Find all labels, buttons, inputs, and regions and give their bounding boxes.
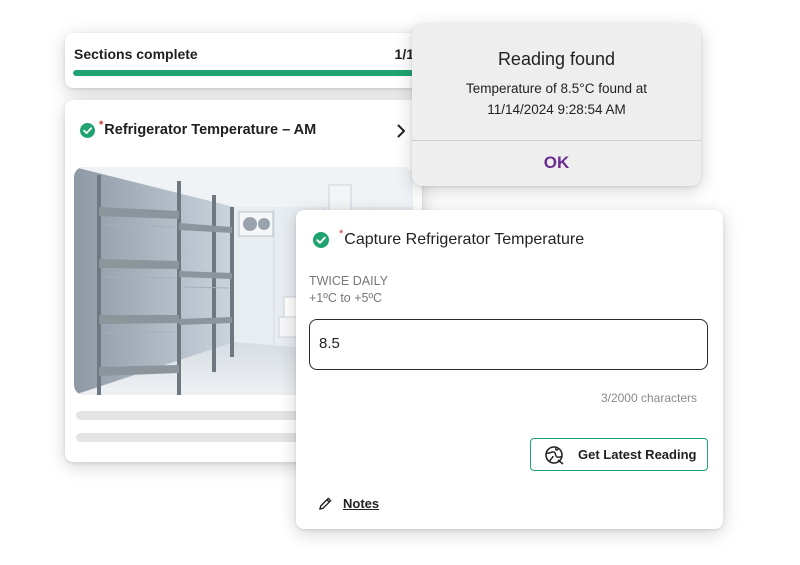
chevron-right-icon[interactable] [396,124,406,138]
reading-found-dialog: Reading found Temperature of 8.5°C found… [412,24,701,186]
required-asterisk: * [99,119,104,131]
get-latest-reading-button[interactable]: Get Latest Reading [530,438,708,471]
ok-button[interactable]: OK [412,140,701,186]
temperature-range: +1ºC to +5ºC [309,291,383,305]
capture-temperature-card: *Capture Refrigerator Temperature TWICE … [296,210,723,529]
get-latest-reading-label: Get Latest Reading [578,447,697,462]
frequency-info: TWICE DAILY +1ºC to +5ºC [309,273,388,307]
sections-progress-card: Sections complete 1/1 [65,33,422,88]
capture-title: *Capture Refrigerator Temperature [339,228,585,249]
section-title-text: Refrigerator Temperature – AM [104,122,317,138]
check-circle-icon [313,232,329,248]
sections-complete-label: Sections complete [74,46,198,62]
check-circle-icon [80,123,95,138]
sensor-globe-icon [545,445,564,465]
frequency-label: TWICE DAILY [309,274,388,288]
pencil-icon [319,497,332,510]
dialog-title: Reading found [497,49,616,69]
notes-link[interactable]: Notes [318,496,379,511]
sections-progress-fill [73,70,414,76]
capture-title-text: Capture Refrigerator Temperature [344,231,585,248]
required-asterisk: * [339,228,344,240]
notes-label: Notes [343,496,380,511]
sections-progress-bar [73,70,414,76]
dialog-message: Temperature of 8.5°C found at 11/14/2024 … [465,81,647,117]
temperature-input[interactable]: 8.5 [309,319,708,370]
section-title: *Refrigerator Temperature – AM [99,119,317,138]
character-count: 3/2000 characters [600,391,697,405]
